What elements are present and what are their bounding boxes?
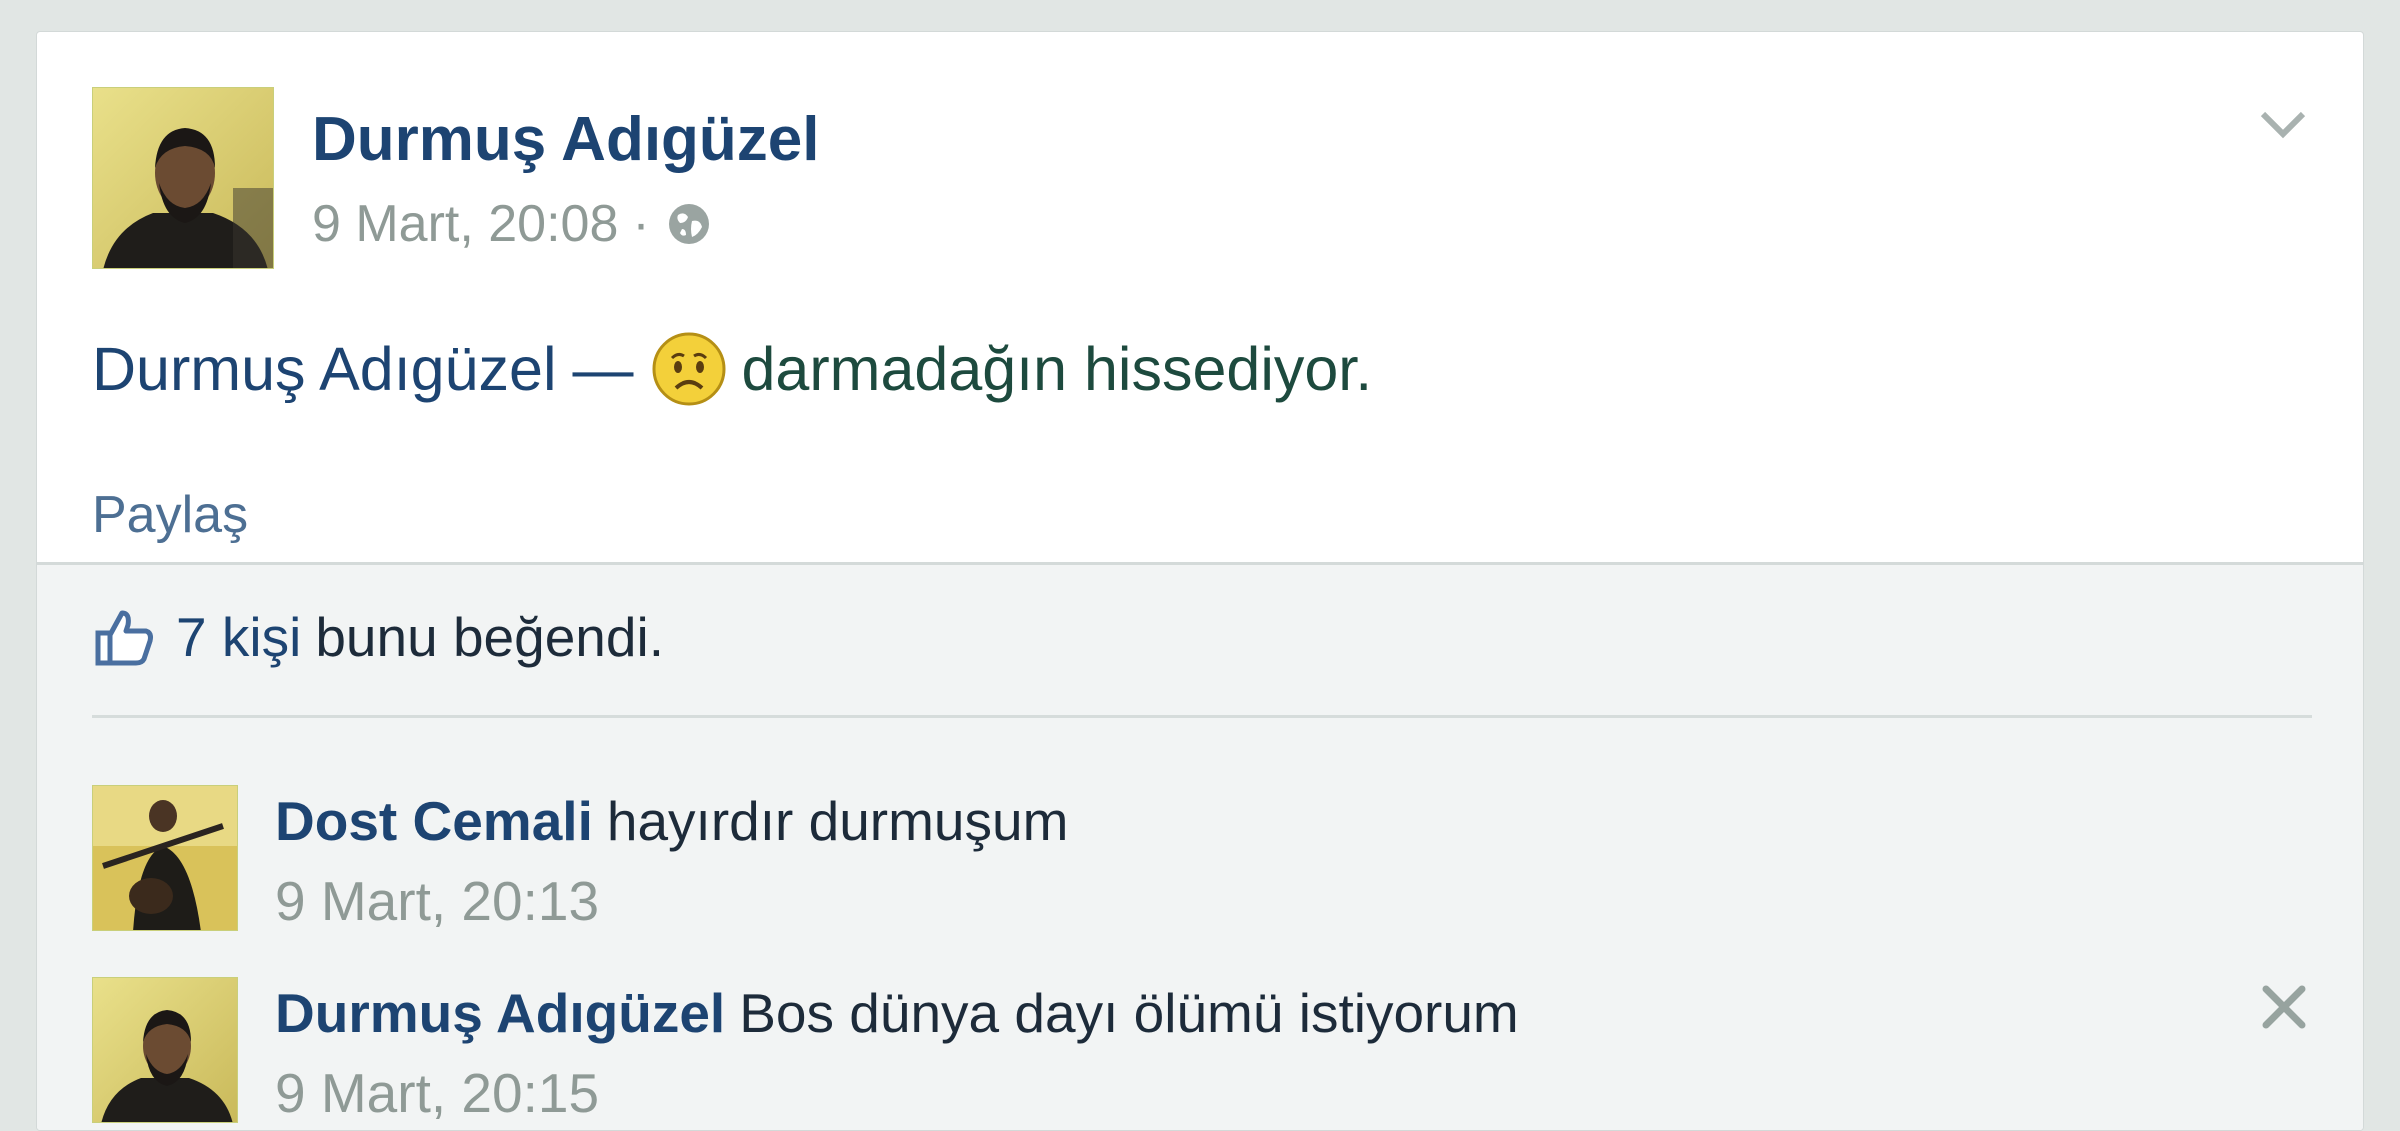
post-status: Durmuş Adıgüzel — darmadağın hissediyor. bbox=[92, 330, 1372, 408]
comment-line: Durmuş Adıgüzel Bos dünya dayı ölümü isti… bbox=[275, 981, 1519, 1045]
close-icon[interactable] bbox=[2256, 979, 2312, 1035]
likes-suffix: bunu beğendi. bbox=[315, 606, 664, 668]
comment-timestamp[interactable]: 9 Mart, 20:13 bbox=[275, 869, 599, 933]
chevron-down-icon[interactable] bbox=[2253, 94, 2313, 154]
post-footer: 7 kişi bunu beğendi. Dost Cemali hayırdır… bbox=[37, 562, 2363, 1130]
comment-text: Bos dünya dayı ölümü istiyorum bbox=[739, 982, 1519, 1044]
comment-author[interactable]: Durmuş Adıgüzel bbox=[275, 982, 725, 1044]
comment-line: Dost Cemali hayırdır durmuşum bbox=[275, 789, 1068, 853]
comment-item: Dost Cemali hayırdır durmuşum 9 Mart, 20:… bbox=[92, 785, 2352, 935]
post-author-name[interactable]: Durmuş Adıgüzel bbox=[312, 104, 820, 175]
author-avatar[interactable] bbox=[92, 87, 274, 269]
commenter-avatar[interactable] bbox=[92, 977, 238, 1123]
comment-timestamp[interactable]: 9 Mart, 20:15 bbox=[275, 1061, 599, 1125]
likes-count[interactable]: 7 kişi bbox=[176, 605, 301, 669]
status-author[interactable]: Durmuş Adıgüzel bbox=[92, 334, 557, 404]
avatar-photo bbox=[93, 786, 237, 930]
comment-author[interactable]: Dost Cemali bbox=[275, 790, 593, 852]
post-card: Durmuş Adıgüzel 9 Mart, 20:08 · Durmuş A… bbox=[36, 31, 2364, 1131]
share-link[interactable]: Paylaş bbox=[92, 485, 248, 545]
post-timestamp[interactable]: 9 Mart, 20:08 bbox=[312, 194, 618, 254]
avatar-photo bbox=[93, 88, 273, 268]
sad-face-emoji-icon bbox=[650, 330, 728, 408]
divider bbox=[92, 715, 2312, 718]
thumbs-up-icon[interactable] bbox=[92, 605, 156, 669]
feeling-text: darmadağın hissediyor. bbox=[741, 335, 1373, 403]
post-meta: 9 Mart, 20:08 · bbox=[312, 194, 714, 254]
comment-text: hayırdır durmuşum bbox=[606, 790, 1069, 852]
status-dash: — bbox=[572, 335, 634, 403]
globe-icon[interactable] bbox=[664, 199, 714, 249]
likes-summary: 7 kişi bunu beğendi. bbox=[92, 605, 664, 669]
comment-item: Durmuş Adıgüzel Bos dünya dayı ölümü isti… bbox=[92, 977, 2352, 1127]
meta-separator: · bbox=[632, 195, 650, 253]
avatar-photo bbox=[93, 978, 237, 1122]
commenter-avatar[interactable] bbox=[92, 785, 238, 931]
